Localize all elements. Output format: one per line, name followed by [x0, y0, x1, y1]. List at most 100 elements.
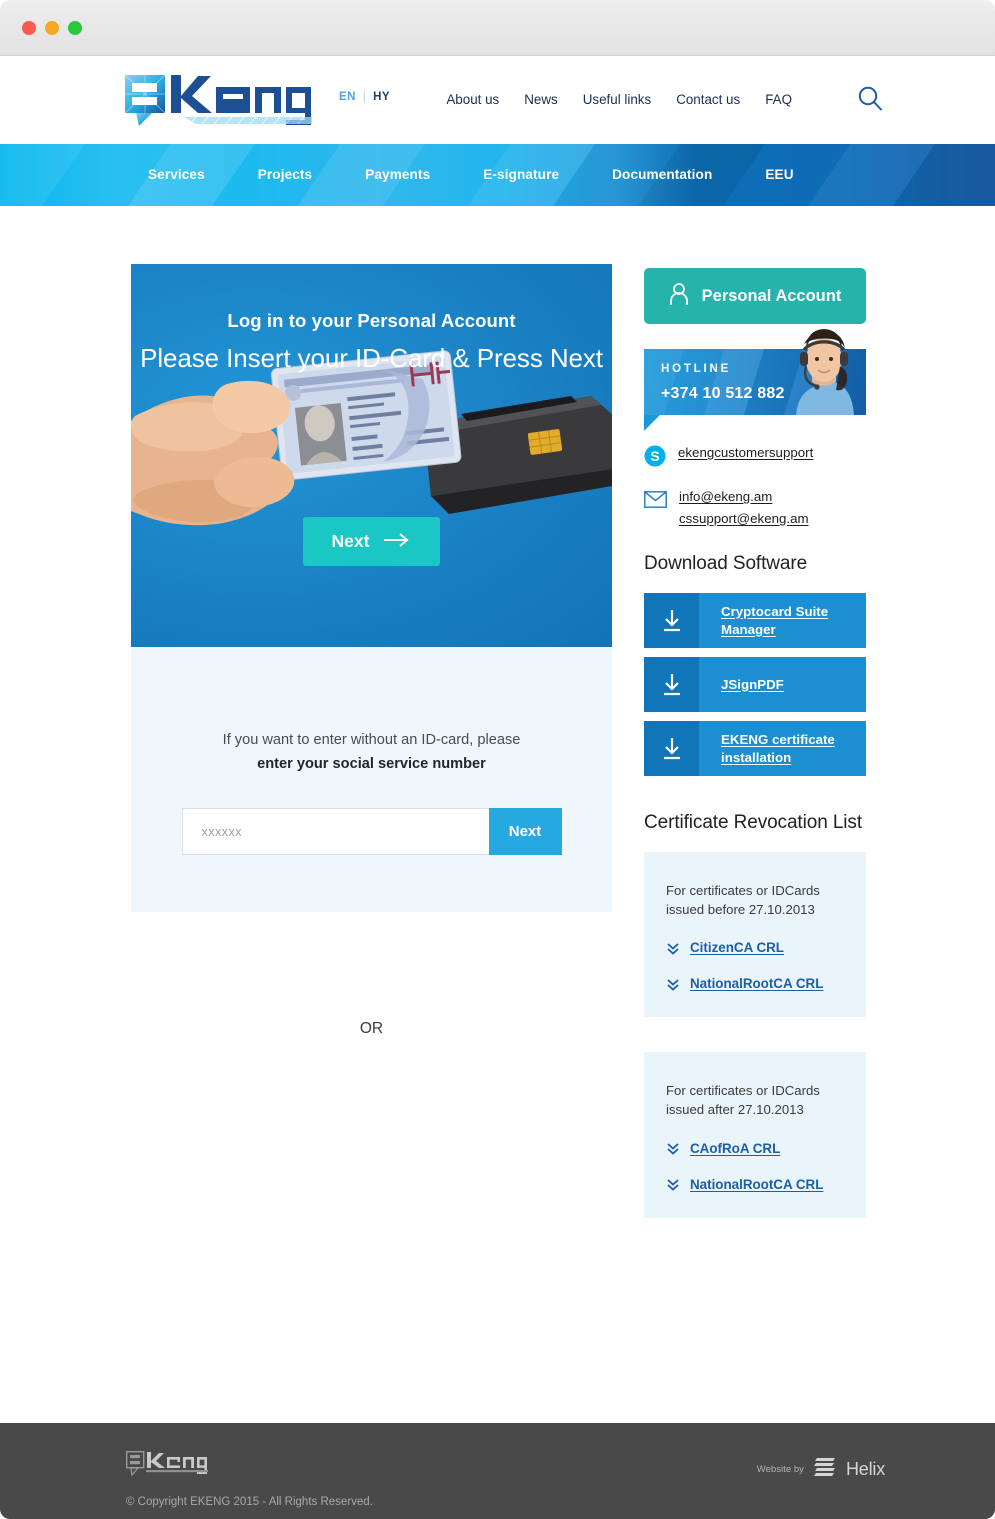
- main-nav-link-services[interactable]: Services: [148, 167, 205, 182]
- website-by-credit: Website by Helix: [757, 1456, 885, 1483]
- topnav-item-useful-links[interactable]: Useful links: [583, 92, 651, 107]
- site-header: EN | HY About us News Useful links Conta…: [0, 56, 995, 144]
- arrow-right-icon: [383, 531, 411, 552]
- double-chevron-down-icon: [666, 1141, 680, 1155]
- main-nav-item-services[interactable]: Services: [148, 166, 205, 184]
- svg-text:S: S: [650, 448, 659, 464]
- crl-link-label: CitizenCA CRL: [690, 940, 784, 956]
- ssn-form: Next: [181, 808, 562, 855]
- crl-link-caofroa[interactable]: CAofRoA CRL: [666, 1141, 844, 1156]
- skype-texts: ekengcustomersupport: [678, 445, 813, 460]
- top-navigation: About us News Useful links Contact us FA…: [446, 84, 885, 114]
- main-nav-item-e-signature[interactable]: E-signature: [483, 166, 559, 184]
- ekeng-logo[interactable]: [124, 72, 312, 128]
- main-nav-link-documentation[interactable]: Documentation: [612, 167, 712, 182]
- website-by-label: Website by: [756, 1464, 804, 1475]
- or-divider: OR: [328, 985, 415, 1072]
- page-content: Log in to your Personal Account Please I…: [0, 206, 995, 1423]
- email-texts: info@ekeng.am cssupport@ekeng.am: [679, 489, 809, 526]
- next-button-label: Next: [331, 531, 370, 551]
- footer-copyright: © Copyright EKENG 2015 - All Rights Rese…: [126, 1496, 373, 1508]
- hotline-label: HOTLINE: [661, 363, 732, 375]
- window-titlebar: [0, 0, 995, 56]
- double-chevron-down-icon: [666, 941, 680, 955]
- main-nav-item-documentation[interactable]: Documentation: [612, 166, 712, 184]
- main-nav-link-payments[interactable]: Payments: [365, 167, 430, 182]
- crl-link-nationalrootca-after[interactable]: NationalRootCA CRL: [666, 1177, 844, 1192]
- language-switcher[interactable]: EN | HY: [339, 91, 390, 103]
- crl-link-nationalrootca-before[interactable]: NationalRootCA CRL: [666, 976, 844, 991]
- download-label: JSignPDF: [721, 676, 784, 692]
- next-button-idcard[interactable]: Next: [303, 517, 440, 566]
- crl-link-label: NationalRootCA CRL: [690, 1176, 824, 1192]
- skype-icon: S: [644, 445, 666, 472]
- download-label: Cryptocard Suite Manager: [721, 603, 829, 637]
- main-nav-list: Services Projects Payments E-signature D…: [0, 144, 995, 206]
- site-footer: © Copyright EKENG 2015 - All Rights Rese…: [0, 1423, 995, 1519]
- personal-account-button[interactable]: Personal Account: [644, 268, 866, 324]
- alt-login-line1: If you want to enter without an ID-card,…: [222, 732, 521, 748]
- hotline-tail: [644, 415, 660, 431]
- minimize-button[interactable]: [45, 20, 59, 35]
- hotline-phone: +374 10 512 882: [661, 385, 785, 402]
- login-subtitle: Log in to your Personal Account: [227, 310, 516, 331]
- topnav-item-contact-us[interactable]: Contact us: [676, 92, 740, 107]
- double-chevron-down-icon: [666, 1177, 680, 1191]
- main-nav-link-eeu[interactable]: EEU: [765, 167, 793, 182]
- download-icon: [644, 593, 699, 648]
- double-chevron-down-icon: [666, 977, 680, 991]
- download-software-title: Download Software: [644, 553, 808, 574]
- lang-en[interactable]: EN: [339, 91, 356, 103]
- login-title: Please Insert your ID-Card & Press Next: [140, 343, 603, 373]
- email-link-info[interactable]: info@ekeng.am: [679, 489, 809, 504]
- or-label: OR: [359, 1019, 384, 1037]
- main-nav-item-projects[interactable]: Projects: [258, 166, 312, 184]
- hotline-banner: HOTLINE +374 10 512 882: [644, 329, 866, 431]
- download-button-jsignpdf[interactable]: JSignPDF: [644, 657, 866, 712]
- skype-contact-row: S ekengcustomersupport: [644, 445, 866, 472]
- download-icon: [644, 721, 699, 776]
- login-hero: Log in to your Personal Account Please I…: [131, 264, 612, 647]
- footer-logo[interactable]: [125, 1450, 373, 1482]
- search-icon: [857, 85, 883, 114]
- download-button-cryptocard-suite-manager[interactable]: Cryptocard Suite Manager: [644, 593, 866, 648]
- crl-title: Certificate Revocation List: [644, 812, 863, 833]
- topnav-item-faq[interactable]: FAQ: [765, 92, 792, 107]
- skype-link[interactable]: ekengcustomersupport: [678, 445, 813, 460]
- main-nav-link-projects[interactable]: Projects: [258, 167, 312, 182]
- sidebar: Personal Account HOTLINE +374 10 512 882: [644, 264, 866, 1423]
- logo-area[interactable]: [124, 72, 312, 128]
- email-link-cssupport[interactable]: cssupport@ekeng.am: [679, 511, 809, 526]
- main-nav-item-payments[interactable]: Payments: [365, 166, 430, 184]
- close-button[interactable]: [22, 20, 36, 35]
- helix-label: Helix: [845, 1459, 885, 1479]
- envelope-icon: [644, 489, 667, 513]
- topnav-item-about-us[interactable]: About us: [446, 92, 499, 107]
- main-nav-link-e-signature[interactable]: E-signature: [483, 167, 559, 182]
- alt-login-line2: enter your social service number: [257, 756, 486, 772]
- alternative-login-panel: OR If you want to enter without an ID-ca…: [131, 647, 612, 1072]
- maximize-button[interactable]: [68, 20, 82, 35]
- crl-note-before: For certificates or IDCards issued befor…: [666, 883, 820, 918]
- contact-list: S ekengcustomersupport info@ekeng.am css…: [644, 445, 866, 526]
- personal-account-label: Personal Account: [701, 286, 842, 305]
- main-navigation: Services Projects Payments E-signature D…: [0, 144, 995, 206]
- ssn-next-button[interactable]: Next: [488, 808, 562, 855]
- crl-block-before: For certificates or IDCards issued befor…: [644, 852, 866, 1018]
- main-nav-item-eeu[interactable]: EEU: [765, 166, 793, 184]
- support-agent-photo: [782, 326, 866, 415]
- download-label: EKENG certificate installation: [721, 731, 835, 765]
- email-contact-row: info@ekeng.am cssupport@ekeng.am: [644, 489, 866, 526]
- crl-link-citizenca[interactable]: CitizenCA CRL: [666, 940, 844, 955]
- search-button[interactable]: [855, 84, 885, 114]
- lang-separator: |: [362, 91, 367, 103]
- crl-note-after: For certificates or IDCards issued after…: [666, 1083, 820, 1118]
- helix-logo-icon: [813, 1456, 837, 1483]
- download-icon: [644, 657, 699, 712]
- topnav-item-news[interactable]: News: [524, 92, 557, 107]
- ssn-input[interactable]: [181, 808, 489, 855]
- crl-block-after: For certificates or IDCards issued after…: [644, 1052, 866, 1218]
- browser-window: EN | HY About us News Useful links Conta…: [0, 0, 995, 1519]
- lang-hy[interactable]: HY: [373, 91, 390, 103]
- download-button-ekeng-certificate-installation[interactable]: EKENG certificate installation: [644, 721, 866, 776]
